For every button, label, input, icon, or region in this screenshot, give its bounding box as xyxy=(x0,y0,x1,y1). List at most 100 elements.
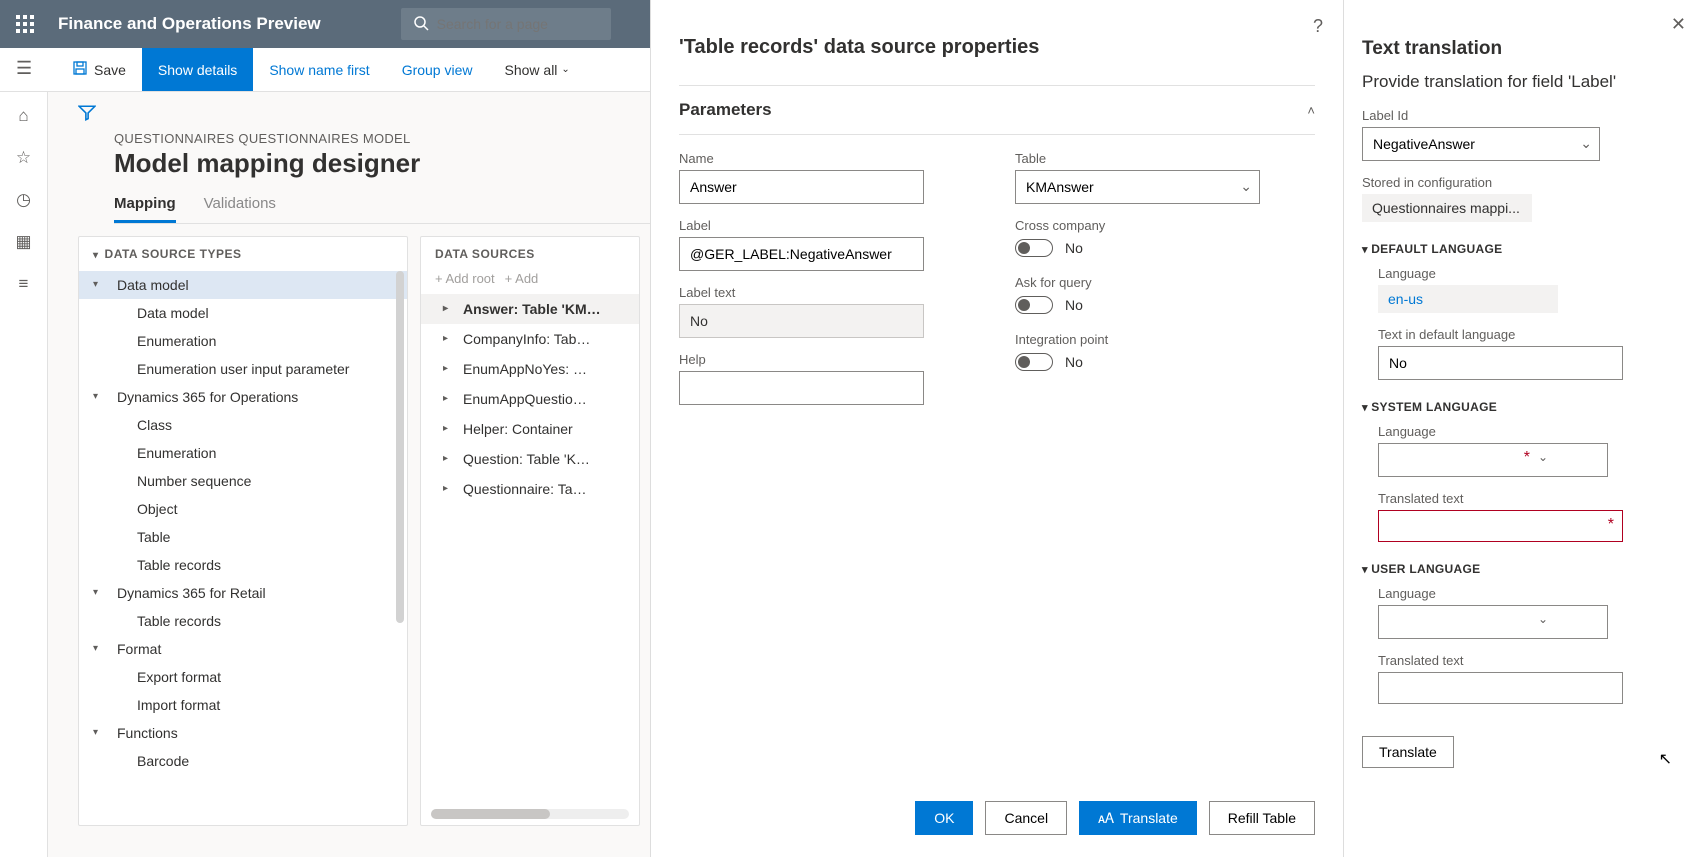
integration-label: Integration point xyxy=(1015,332,1315,347)
scrollbar[interactable] xyxy=(396,271,404,711)
data-sources-panel: DATA SOURCES + Add root + Add ▸Answer: T… xyxy=(420,236,640,826)
tree-item[interactable]: Data model xyxy=(79,299,407,327)
add-button[interactable]: + Add xyxy=(505,271,539,286)
data-source-item[interactable]: ▸Answer: Table 'KM… xyxy=(421,294,639,324)
save-icon xyxy=(72,60,88,79)
modules-icon[interactable]: ≡ xyxy=(19,274,29,294)
hamburger-icon[interactable]: ☰ xyxy=(16,58,32,79)
default-lang-value: en-us xyxy=(1378,285,1558,313)
tree-group[interactable]: Dynamics 365 for Operations xyxy=(79,383,407,411)
tree-item[interactable]: Enumeration user input parameter xyxy=(79,355,407,383)
cross-company-value: No xyxy=(1065,240,1083,256)
name-input[interactable] xyxy=(679,170,924,204)
system-translated-input[interactable]: * xyxy=(1378,510,1623,542)
user-lang-select[interactable] xyxy=(1378,605,1608,639)
table-select[interactable] xyxy=(1015,170,1260,204)
data-source-item[interactable]: ▸Questionnaire: Ta… xyxy=(421,474,639,504)
chevron-down-icon: ⌄ xyxy=(1538,450,1548,464)
tree-item[interactable]: Table xyxy=(79,523,407,551)
user-lang-label: Language xyxy=(1378,586,1682,601)
label-text-label: Label text xyxy=(679,285,979,300)
tree-item[interactable]: Enumeration xyxy=(79,327,407,355)
tree-item[interactable]: Number sequence xyxy=(79,467,407,495)
show-details-button[interactable]: Show details xyxy=(142,48,253,91)
refill-table-button[interactable]: Refill Table xyxy=(1209,801,1315,835)
ask-query-toggle[interactable] xyxy=(1015,296,1053,314)
home-icon[interactable]: ⌂ xyxy=(18,106,28,126)
help-icon[interactable]: ? xyxy=(1313,16,1323,37)
user-translated-input[interactable] xyxy=(1378,672,1623,704)
label-id-label: Label Id xyxy=(1362,108,1682,123)
chevron-down-icon: ⌄ xyxy=(1538,612,1548,626)
tree-item[interactable]: Class xyxy=(79,411,407,439)
label-id-select[interactable] xyxy=(1362,127,1600,161)
tree-item[interactable]: Table records xyxy=(79,607,407,635)
close-icon[interactable]: ✕ xyxy=(1671,14,1686,35)
system-lang-label: Language xyxy=(1378,424,1682,439)
cancel-button[interactable]: Cancel xyxy=(985,801,1067,835)
data-source-item[interactable]: ▸EnumAppNoYes: … xyxy=(421,354,639,384)
data-source-item[interactable]: ▸CompanyInfo: Tab… xyxy=(421,324,639,354)
favorites-icon[interactable]: ☆ xyxy=(16,148,31,168)
data-source-types-panel: ▾DATA SOURCE TYPES Data modelData modelE… xyxy=(78,236,408,826)
add-root-button[interactable]: + Add root xyxy=(435,271,495,286)
search-box[interactable] xyxy=(401,8,611,40)
default-language-section[interactable]: DEFAULT LANGUAGE xyxy=(1362,242,1682,256)
cursor-icon: ↖ xyxy=(1659,749,1672,769)
text-translation-panel: ✕ Text translation Provide translation f… xyxy=(1343,0,1700,857)
show-all-button[interactable]: Show all⌄ xyxy=(489,48,586,91)
tree-group[interactable]: Data model xyxy=(79,271,407,299)
name-label: Name xyxy=(679,151,979,166)
tree-item[interactable]: Enumeration xyxy=(79,439,407,467)
ds-sources-header: DATA SOURCES xyxy=(435,247,535,261)
app-title: Finance and Operations Preview xyxy=(58,14,321,34)
tab-mapping[interactable]: Mapping xyxy=(114,195,176,223)
integration-toggle[interactable] xyxy=(1015,353,1053,371)
chevron-up-icon: ˄ xyxy=(1307,103,1315,118)
tree-group[interactable]: Format xyxy=(79,635,407,663)
recent-icon[interactable]: ◷ xyxy=(16,190,31,210)
workspaces-icon[interactable]: ▦ xyxy=(15,232,31,252)
show-name-first-button[interactable]: Show name first xyxy=(253,48,385,91)
properties-dialog: ? 'Table records' data source properties… xyxy=(650,0,1343,857)
ok-button[interactable]: OK xyxy=(915,801,973,835)
label-input[interactable] xyxy=(679,237,924,271)
system-translated-label: Translated text xyxy=(1378,491,1682,506)
data-source-item[interactable]: ▸Helper: Container xyxy=(421,414,639,444)
tree-item[interactable]: Barcode xyxy=(79,747,407,775)
ask-query-value: No xyxy=(1065,297,1083,313)
save-label: Save xyxy=(94,62,126,78)
tree-item[interactable]: Export format xyxy=(79,663,407,691)
group-view-button[interactable]: Group view xyxy=(386,48,489,91)
rpanel-translate-button[interactable]: Translate xyxy=(1362,736,1454,768)
table-label: Table xyxy=(1015,151,1315,166)
app-launcher-icon[interactable] xyxy=(16,15,34,33)
system-lang-select[interactable] xyxy=(1378,443,1608,477)
data-source-item[interactable]: ▸EnumAppQuestio… xyxy=(421,384,639,414)
search-icon xyxy=(413,15,429,34)
tree-item[interactable]: Table records xyxy=(79,551,407,579)
save-button[interactable]: Save xyxy=(56,48,142,91)
search-input[interactable] xyxy=(437,16,599,32)
default-lang-label: Language xyxy=(1378,266,1682,281)
help-label: Help xyxy=(679,352,979,367)
user-language-section[interactable]: USER LANGUAGE xyxy=(1362,562,1682,576)
data-source-item[interactable]: ▸Question: Table 'K… xyxy=(421,444,639,474)
translate-button[interactable]: 🗚Translate xyxy=(1079,801,1197,835)
tree-item[interactable]: Import format xyxy=(79,691,407,719)
rpanel-subtitle: Provide translation for field 'Label' xyxy=(1362,72,1682,92)
default-text-input[interactable] xyxy=(1378,346,1623,380)
label-label: Label xyxy=(679,218,979,233)
scrollbar[interactable] xyxy=(431,809,629,819)
tree-group[interactable]: Functions xyxy=(79,719,407,747)
parameters-section-header[interactable]: Parameters ˄ xyxy=(679,85,1315,135)
cross-company-toggle[interactable] xyxy=(1015,239,1053,257)
tree-item[interactable]: Object xyxy=(79,495,407,523)
system-language-section[interactable]: SYSTEM LANGUAGE xyxy=(1362,400,1682,414)
help-input[interactable] xyxy=(679,371,924,405)
required-indicator: * xyxy=(1524,449,1530,467)
ask-query-label: Ask for query xyxy=(1015,275,1315,290)
ds-types-header: DATA SOURCE TYPES xyxy=(105,247,242,261)
tree-group[interactable]: Dynamics 365 for Retail xyxy=(79,579,407,607)
tab-validations[interactable]: Validations xyxy=(204,195,276,223)
